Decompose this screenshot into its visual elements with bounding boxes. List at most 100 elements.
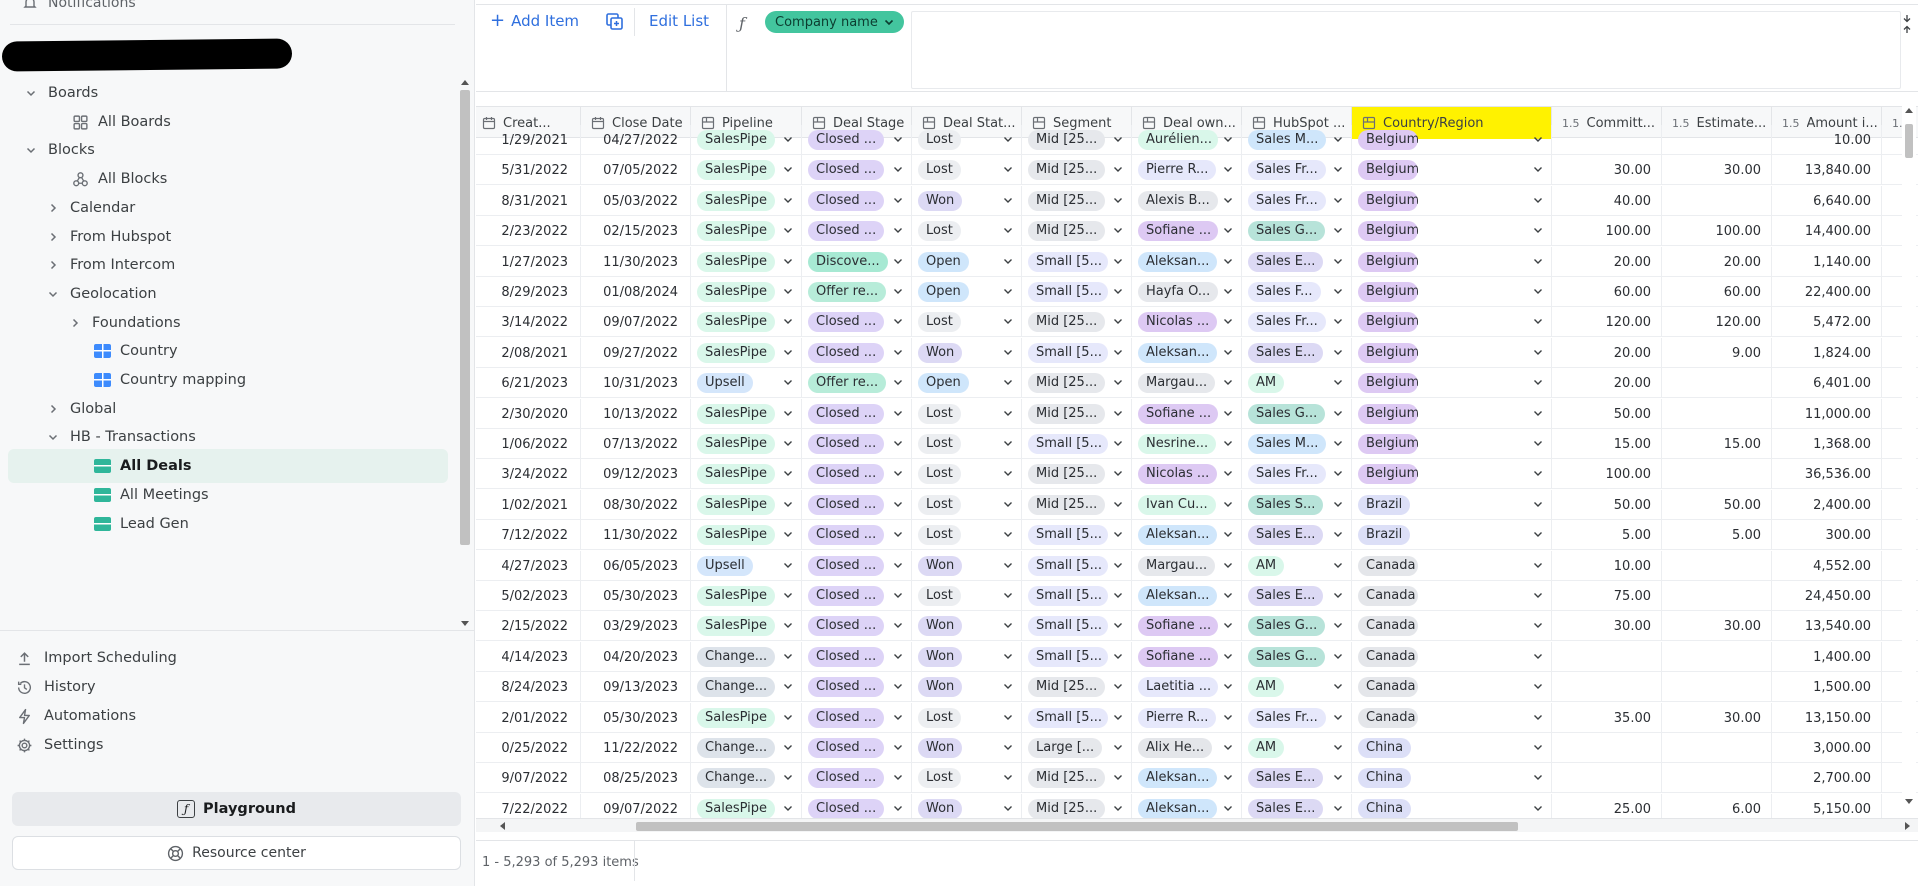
number-cell[interactable]: 2,700.00 (1772, 763, 1882, 793)
number-cell[interactable]: 5.00 (1552, 520, 1662, 550)
chevron-down-icon[interactable] (1113, 590, 1123, 600)
chevron-down-icon[interactable] (783, 499, 793, 509)
chevron-down-icon[interactable] (1533, 347, 1543, 357)
number-cell[interactable]: 75.00 (1552, 581, 1662, 611)
date-cell[interactable]: 1/02/2021 (476, 490, 581, 520)
select-cell[interactable]: Mid [25... (1022, 459, 1132, 489)
chevron-down-icon[interactable] (1333, 468, 1343, 478)
date-cell[interactable]: 05/30/2023 (581, 581, 691, 611)
select-cell[interactable]: Closed ... (802, 611, 912, 641)
select-cell[interactable]: Sales Fr... (1242, 307, 1352, 337)
select-cell[interactable]: SalesPipe (691, 186, 802, 216)
select-cell[interactable]: Closed ... (802, 307, 912, 337)
chevron-down-icon[interactable] (1113, 347, 1123, 357)
select-cell[interactable]: Sales E... (1242, 247, 1352, 277)
select-cell[interactable]: Lost (912, 125, 1022, 155)
chevron-down-icon[interactable] (1223, 499, 1233, 509)
select-cell[interactable]: Open (912, 368, 1022, 398)
chevron-down-icon[interactable] (783, 590, 793, 600)
select-cell[interactable]: Sales E... (1242, 520, 1352, 550)
table-row[interactable]: 8/24/2023 09/13/2023 Change... Closed ... Wo… (476, 672, 1918, 702)
date-cell[interactable]: 3/14/2022 (476, 307, 581, 337)
chevron-down-icon[interactable] (783, 529, 793, 539)
select-cell[interactable]: SalesPipe (691, 399, 802, 429)
select-cell[interactable]: Alix He... (1132, 733, 1242, 763)
chevron-down-icon[interactable] (1333, 438, 1343, 448)
date-cell[interactable]: 07/05/2022 (581, 155, 691, 185)
grid-vertical-scrollbar[interactable] (1902, 106, 1916, 806)
chevron-down-icon[interactable] (1223, 651, 1233, 661)
number-cell[interactable]: 100.00 (1552, 216, 1662, 246)
chevron-down-icon[interactable] (783, 164, 793, 174)
scrollbar-thumb[interactable] (460, 90, 470, 545)
table-row[interactable]: 8/31/2021 05/03/2022 SalesPipe Closed ... Wo… (476, 186, 1918, 216)
table-row[interactable]: 2/01/2022 05/30/2023 SalesPipe Closed ... Lo… (476, 703, 1918, 733)
select-cell[interactable]: Lost (912, 703, 1022, 733)
select-cell[interactable]: Closed ... (802, 551, 912, 581)
date-cell[interactable]: 2/08/2021 (476, 338, 581, 368)
chevron-down-icon[interactable] (893, 316, 903, 326)
select-cell[interactable]: Alexis B... (1132, 186, 1242, 216)
chevron-down-icon[interactable] (1533, 529, 1543, 539)
chevron-down-icon[interactable] (893, 438, 903, 448)
number-cell[interactable] (1552, 642, 1662, 672)
number-cell[interactable]: 15.00 (1552, 429, 1662, 459)
date-cell[interactable]: 04/20/2023 (581, 642, 691, 672)
chevron-down-icon[interactable] (1533, 377, 1543, 387)
select-cell[interactable]: SalesPipe (691, 247, 802, 277)
number-cell[interactable] (1552, 672, 1662, 702)
chevron-down-icon[interactable] (1333, 256, 1343, 266)
nav-automations[interactable]: Automations (14, 700, 136, 732)
select-cell[interactable]: Belgium (1352, 368, 1552, 398)
chevron-down-icon[interactable] (44, 285, 62, 303)
date-cell[interactable]: 5/31/2022 (476, 155, 581, 185)
chevron-right-icon[interactable] (44, 199, 62, 217)
chevron-down-icon[interactable] (893, 347, 903, 357)
chevron-down-icon[interactable] (1333, 377, 1343, 387)
table-row[interactable]: 8/29/2023 01/08/2024 SalesPipe Offer re... O… (476, 277, 1918, 307)
table-row[interactable]: 9/07/2022 08/25/2023 Change... Closed ... Lo… (476, 763, 1918, 793)
select-cell[interactable]: Sales S... (1242, 490, 1352, 520)
scroll-down-arrow-icon[interactable] (1905, 799, 1913, 804)
date-cell[interactable]: 10/31/2023 (581, 368, 691, 398)
date-cell[interactable]: 02/15/2023 (581, 216, 691, 246)
chevron-down-icon[interactable] (1113, 164, 1123, 174)
scrollbar-thumb[interactable] (1905, 124, 1913, 158)
select-cell[interactable]: Belgium (1352, 338, 1552, 368)
select-cell[interactable]: Lost (912, 429, 1022, 459)
select-cell[interactable]: SalesPipe (691, 520, 802, 550)
date-cell[interactable]: 11/30/2023 (581, 247, 691, 277)
date-cell[interactable]: 3/24/2022 (476, 459, 581, 489)
date-cell[interactable]: 2/01/2022 (476, 703, 581, 733)
select-cell[interactable]: Small [5... (1022, 611, 1132, 641)
chevron-down-icon[interactable] (893, 377, 903, 387)
select-cell[interactable]: Lost (912, 399, 1022, 429)
chevron-down-icon[interactable] (1113, 499, 1123, 509)
date-cell[interactable]: 1/06/2022 (476, 429, 581, 459)
chevron-down-icon[interactable] (1223, 742, 1233, 752)
select-cell[interactable]: Canada (1352, 703, 1552, 733)
chevron-down-icon[interactable] (1533, 560, 1543, 570)
select-cell[interactable]: SalesPipe (691, 429, 802, 459)
select-cell[interactable]: Mid [25... (1022, 672, 1132, 702)
chevron-right-icon[interactable] (44, 228, 62, 246)
chevron-down-icon[interactable] (1223, 560, 1233, 570)
select-cell[interactable]: Won (912, 642, 1022, 672)
select-cell[interactable]: Sales G... (1242, 216, 1352, 246)
select-cell[interactable]: Offer re... (802, 368, 912, 398)
select-cell[interactable]: Sofiane ... (1132, 642, 1242, 672)
chevron-down-icon[interactable] (1003, 529, 1013, 539)
chevron-down-icon[interactable] (1223, 772, 1233, 782)
table-row[interactable]: 0/25/2022 11/22/2022 Change... Closed ... Wo… (476, 733, 1918, 763)
resource-center-button[interactable]: Resource center (12, 836, 461, 870)
select-cell[interactable]: Closed ... (802, 733, 912, 763)
select-cell[interactable]: Small [5... (1022, 520, 1132, 550)
select-cell[interactable]: Open (912, 247, 1022, 277)
date-cell[interactable]: 4/14/2023 (476, 642, 581, 672)
chevron-down-icon[interactable] (893, 651, 903, 661)
select-cell[interactable]: Closed ... (802, 520, 912, 550)
date-cell[interactable]: 01/08/2024 (581, 277, 691, 307)
number-cell[interactable]: 2,400.00 (1772, 490, 1882, 520)
select-cell[interactable]: Pierre R... (1132, 155, 1242, 185)
chevron-down-icon[interactable] (1333, 499, 1343, 509)
